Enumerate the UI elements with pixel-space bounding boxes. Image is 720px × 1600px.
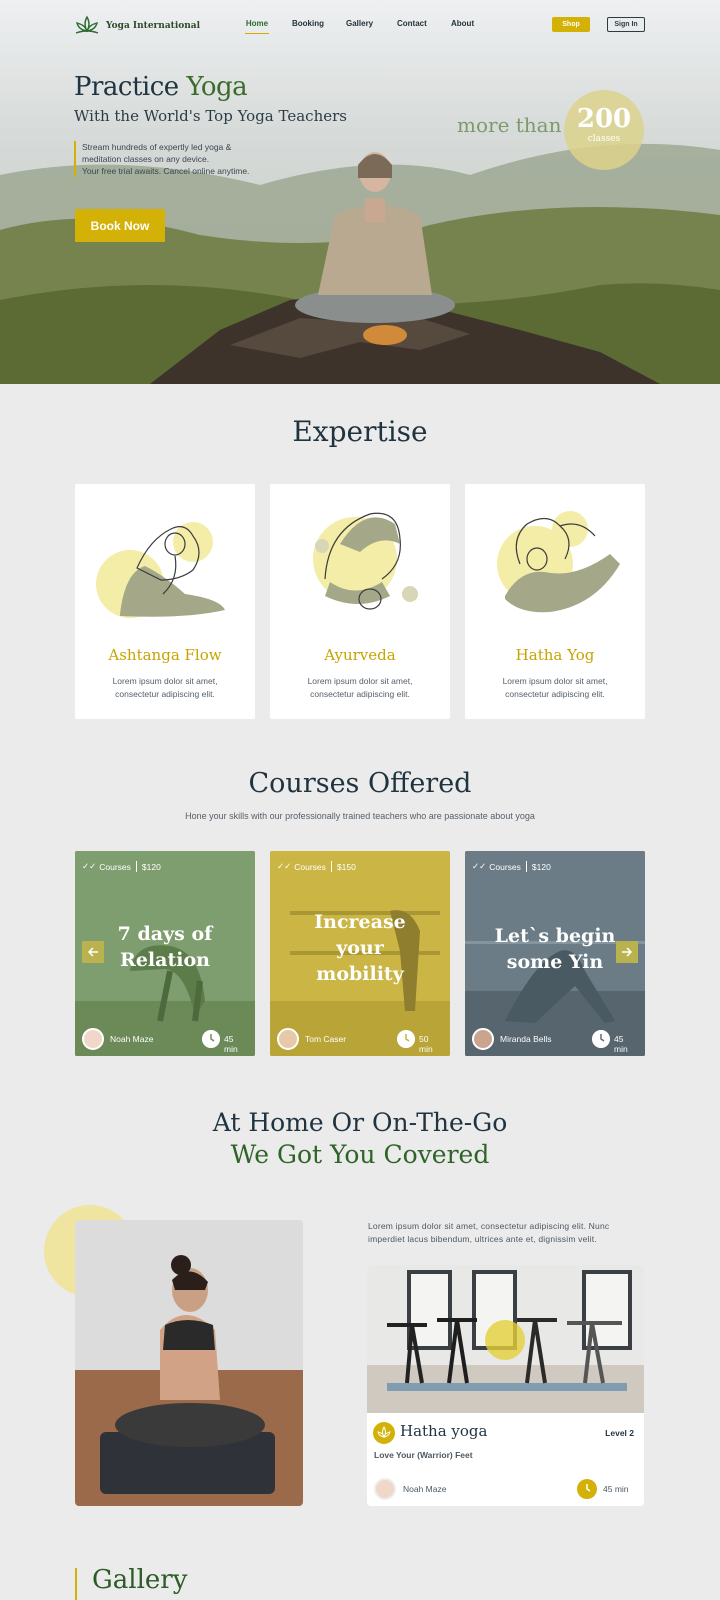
yoga-pose-illustration — [313, 512, 418, 610]
expertise-card-ashtanga[interactable]: Ashtanga Flow Lorem ipsum dolor sit amet… — [75, 484, 255, 719]
carousel-next-button[interactable] — [616, 941, 638, 963]
arrow-right-icon — [622, 947, 633, 957]
classes-count-label: classes — [587, 134, 621, 144]
course-card[interactable]: ✓✓ Courses $120 7 days of Relation Noah … — [75, 851, 255, 1056]
hero-desc-line-2: meditation classes on any device. — [82, 154, 210, 164]
courses-subtitle: Hone your skills with our professionally… — [185, 811, 535, 821]
course-meta: ✓✓ Courses $120 — [82, 861, 161, 872]
course-price: $150 — [336, 861, 356, 872]
course-card[interactable]: ✓✓ Courses $120 Let`s begin some Yin Mir… — [465, 851, 645, 1056]
course-meta: ✓✓ Courses $150 — [277, 861, 356, 872]
nav-gallery[interactable]: Gallery — [346, 19, 373, 28]
hero-desc-line-1: Stream hundreds of expertly led yoga & — [82, 142, 232, 152]
course-price: $120 — [531, 861, 551, 872]
woman-meditating-image — [75, 1220, 303, 1506]
course-title-line: mobility — [316, 963, 404, 985]
course-tag: Courses — [99, 861, 131, 872]
course-footer: Miranda Bells 45 min — [472, 1028, 638, 1054]
teacher-name: Tom Caser — [305, 1034, 347, 1044]
arrow-left-icon — [87, 947, 98, 957]
home-description: Lorem ipsum dolor sit amet, consectetur … — [368, 1221, 610, 1244]
hero-description: Stream hundreds of expertly led yoga & m… — [74, 141, 284, 177]
class-duration: 45 min — [603, 1484, 629, 1494]
card-title: Ashtanga Flow — [108, 646, 222, 664]
course-duration: 45 min — [224, 1034, 238, 1054]
course-footer: Tom Caser 50 min — [277, 1028, 443, 1054]
teacher-name: Noah Maze — [403, 1484, 447, 1494]
class-name: Hatha yoga — [400, 1422, 488, 1440]
yoga-pose-illustration — [497, 511, 620, 613]
teacher-name: Miranda Bells — [500, 1034, 552, 1044]
home-title-line-2: We Got You Covered — [230, 1140, 490, 1169]
class-card[interactable]: Hatha yoga Level 2 Love Your (Warrior) F… — [367, 1265, 644, 1506]
check-icon: ✓✓ — [82, 861, 97, 871]
meditation-photo — [75, 1220, 303, 1506]
expertise-card-ayurveda[interactable]: Ayurveda Lorem ipsum dolor sit amet, con… — [270, 484, 450, 719]
course-footer: Noah Maze 45 min — [82, 1028, 248, 1054]
check-icon: ✓✓ — [472, 861, 487, 871]
avatar — [82, 1028, 104, 1050]
course-title-line: Increase — [314, 911, 406, 933]
clock-icon — [592, 1030, 610, 1048]
shop-button[interactable]: Shop — [552, 17, 590, 32]
card-title: Ayurveda — [324, 646, 396, 664]
card-text: Lorem ipsum dolor sit amet, consectetur … — [502, 676, 608, 699]
expertise-title: Expertise — [292, 415, 428, 448]
hero-title-part1: Practice — [74, 72, 187, 102]
avatar — [472, 1028, 494, 1050]
course-title: Increase your mobility — [270, 909, 450, 987]
teacher-name: Noah Maze — [110, 1034, 154, 1044]
hero-subtitle: With the World's Top Yoga Teachers — [74, 107, 347, 125]
course-card[interactable]: ✓✓ Courses $150 Increase your mobility T… — [270, 851, 450, 1056]
nav-booking[interactable]: Booking — [292, 19, 324, 28]
card-title: Hatha Yog — [515, 646, 595, 664]
course-duration: 45 min — [614, 1034, 628, 1054]
nav-contact[interactable]: Contact — [397, 19, 427, 28]
book-now-button[interactable]: Book Now — [75, 209, 165, 242]
courses-title: Courses Offered — [248, 768, 472, 799]
check-icon: ✓✓ — [277, 861, 292, 871]
lotus-badge-icon — [373, 1422, 395, 1444]
clock-icon — [577, 1479, 597, 1499]
clock-icon — [202, 1030, 220, 1048]
carousel-prev-button[interactable] — [82, 941, 104, 963]
classes-count-badge: 200 classes — [564, 90, 644, 170]
group-class-image — [367, 1265, 644, 1413]
class-level: Level 2 — [605, 1428, 634, 1438]
hero-background-image — [0, 0, 720, 384]
hero-section: Yoga International Home Booking Gallery … — [0, 0, 720, 384]
course-tag: Courses — [294, 861, 326, 872]
class-tagline: Love Your (Warrior) Feet — [374, 1450, 473, 1460]
home-title-line-1: At Home Or On-The-Go — [212, 1108, 508, 1137]
gallery-title: Gallery — [92, 1565, 188, 1595]
hero-title: Practice Yoga — [74, 72, 248, 102]
yoga-pose-illustration — [96, 522, 225, 618]
course-duration: 50 min — [419, 1034, 433, 1054]
course-title-line: your — [336, 937, 384, 959]
card-text: Lorem ipsum dolor sit amet, consectetur … — [307, 676, 413, 699]
hero-desc-line-3: Your free trial awaits. Cancel online an… — [82, 166, 250, 176]
clock-icon — [397, 1030, 415, 1048]
gallery-accent-bar — [75, 1568, 77, 1600]
course-price: $120 — [141, 861, 161, 872]
nav-about[interactable]: About — [451, 19, 474, 28]
course-tag: Courses — [489, 861, 521, 872]
expertise-card-hatha[interactable]: Hatha Yog Lorem ipsum dolor sit amet, co… — [465, 484, 645, 719]
avatar — [374, 1478, 396, 1500]
course-meta: ✓✓ Courses $120 — [472, 861, 551, 872]
avatar — [277, 1028, 299, 1050]
classes-count: 200 — [576, 104, 632, 134]
more-than-label: more than — [457, 113, 562, 137]
hero-title-accent: Yoga — [186, 72, 248, 102]
nav-home[interactable]: Home — [245, 19, 269, 34]
sign-in-button[interactable]: Sign In — [607, 17, 645, 32]
card-text: Lorem ipsum dolor sit amet, consectetur … — [112, 676, 218, 699]
